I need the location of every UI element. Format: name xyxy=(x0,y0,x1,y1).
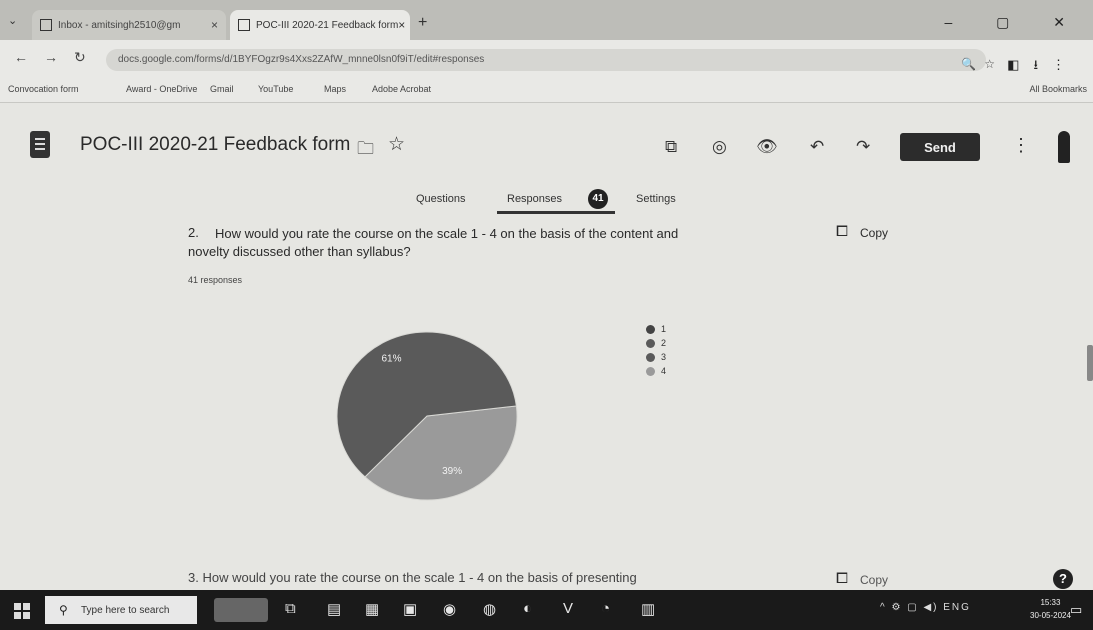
browser-tab-feedback-form[interactable]: POC-III 2020-21 Feedback form × xyxy=(230,10,410,40)
forward-icon[interactable]: → xyxy=(44,49,58,65)
send-button[interactable]: Send xyxy=(900,133,980,161)
copy-chart-icon[interactable]: ⧠ xyxy=(836,570,848,587)
help-icon[interactable]: ? xyxy=(1053,569,1073,589)
question-number: 2. xyxy=(188,225,199,240)
legend-swatch xyxy=(646,325,655,334)
store-icon[interactable]: ▣ xyxy=(403,600,417,618)
weather-widget-icon[interactable] xyxy=(214,598,268,622)
legend-label: 1 xyxy=(661,324,667,334)
search-icon: ⚲ xyxy=(59,603,68,617)
addon-icon[interactable]: ⧉ xyxy=(665,137,677,157)
app-icon[interactable]: ◐ xyxy=(523,600,532,617)
extensions-and-menu-icon[interactable]: ◧⭳⋮ xyxy=(1007,56,1079,78)
legend-swatch xyxy=(646,339,655,348)
copy-chart-icon[interactable]: ⧠ xyxy=(836,223,848,240)
clock-time: 15:33 xyxy=(1040,598,1061,607)
browser-tab-inbox[interactable]: Inbox - amitsingh2510@gm × xyxy=(32,10,226,40)
question-text-line2: novelty discussed other than syllabus? xyxy=(188,244,411,259)
star-icon[interactable]: ☆ xyxy=(388,133,405,156)
tab-questions[interactable]: Questions xyxy=(416,193,466,205)
zoom-and-bookmark-star-icon[interactable]: 🔍☆ xyxy=(961,57,1003,71)
all-bookmarks-button[interactable]: All Bookmarks xyxy=(1029,84,1087,94)
forms-favicon-icon xyxy=(238,19,250,31)
bookmark-item[interactable]: Award - OneDrive xyxy=(126,84,197,94)
window-controls[interactable]: – ▢ ✕ xyxy=(944,14,1085,31)
address-bar[interactable]: docs.google.com/forms/d/1BYFOgzr9s4Xxs2Z… xyxy=(106,49,986,71)
chrome-icon[interactable]: ◉ xyxy=(443,600,456,618)
new-tab-button[interactable]: + xyxy=(418,14,427,32)
tab-settings[interactable]: Settings xyxy=(636,193,676,205)
responses-pie-chart: 39% 61% xyxy=(336,331,518,501)
vlc-icon[interactable]: V xyxy=(563,600,573,617)
bookmark-item[interactable]: YouTube xyxy=(258,84,293,94)
copy-chart-button[interactable]: Copy xyxy=(860,226,888,240)
system-tray[interactable]: ^ ⚙ ▢ ◀) ENG xyxy=(880,602,971,613)
scrollbar-thumb[interactable] xyxy=(1087,345,1093,381)
preview-eye-icon[interactable]: 👁 xyxy=(756,137,778,157)
redo-icon[interactable]: ↷ xyxy=(856,137,870,157)
google-forms-logo-icon[interactable] xyxy=(30,131,50,158)
app-icon[interactable]: ◔ xyxy=(601,600,610,617)
reload-icon[interactable]: ↻ xyxy=(74,49,86,66)
browser-tab-strip: ⌄ Inbox - amitsingh2510@gm × POC-III 202… xyxy=(0,0,1093,40)
responses-count-badge: 41 xyxy=(588,189,608,209)
bookmark-item[interactable]: Maps xyxy=(324,84,346,94)
pie-slice-label: 61% xyxy=(381,353,401,364)
undo-icon[interactable]: ↶ xyxy=(810,137,824,157)
clock-date: 30-05-2024 xyxy=(1030,611,1071,620)
file-explorer-icon[interactable]: ▤ xyxy=(327,600,341,618)
responses-count-label: 41 responses xyxy=(188,275,243,285)
windows-start-icon[interactable] xyxy=(14,603,30,619)
taskbar-search-input[interactable]: ⚲ Type here to search xyxy=(45,596,197,624)
browser-tab-title: POC-III 2020-21 Feedback form xyxy=(256,19,399,31)
app-icon[interactable]: ▥ xyxy=(641,600,655,618)
notifications-icon[interactable]: ▭ xyxy=(1070,602,1082,618)
more-options-icon[interactable]: ⋮ xyxy=(1012,135,1030,156)
taskbar-clock[interactable]: 15:33 30-05-2024 xyxy=(1030,596,1071,622)
legend-swatch xyxy=(646,353,655,362)
next-question-text: 3. How would you rate the course on the … xyxy=(188,570,637,585)
close-tab-icon[interactable]: × xyxy=(398,18,405,32)
calculator-icon[interactable]: ▦ xyxy=(365,600,379,618)
tab-search-chevron-icon[interactable]: ⌄ xyxy=(8,14,17,27)
address-text[interactable]: docs.google.com/forms/d/1BYFOgzr9s4Xxs2Z… xyxy=(118,54,484,65)
back-icon[interactable]: ← xyxy=(14,49,28,65)
copy-chart-button[interactable]: Copy xyxy=(860,573,888,587)
mail-favicon-icon xyxy=(40,19,52,31)
form-title[interactable]: POC-III 2020-21 Feedback form xyxy=(80,134,350,156)
bookmark-item[interactable]: Adobe Acrobat xyxy=(372,84,431,94)
folder-icon[interactable]: 🗀 xyxy=(357,136,374,165)
close-tab-icon[interactable]: × xyxy=(211,18,218,32)
tab-responses[interactable]: Responses xyxy=(507,193,562,205)
active-tab-indicator xyxy=(497,211,615,214)
browser-toolbar: ← → ↻ docs.google.com/forms/d/1BYFOgzr9s… xyxy=(0,40,1093,76)
avatar[interactable] xyxy=(1058,131,1070,163)
windows-taskbar: ⚲ Type here to search ⧉ ▤ ▦ ▣ ◉ ◍ ◐ V ◔ … xyxy=(0,590,1093,630)
search-placeholder: Type here to search xyxy=(81,605,170,616)
legend-swatch xyxy=(646,367,655,376)
legend-label: 4 xyxy=(661,366,667,376)
legend-label: 3 xyxy=(661,352,667,362)
app-icon[interactable]: ◍ xyxy=(483,600,496,618)
form-tabs: Questions Responses 41 Settings xyxy=(0,185,1093,214)
bookmark-item[interactable]: Gmail xyxy=(210,84,234,94)
task-view-icon[interactable]: ⧉ xyxy=(285,600,296,617)
palette-icon[interactable]: ◎ xyxy=(712,137,727,157)
question-text: How would you rate the course on the sca… xyxy=(188,225,815,261)
forms-header: POC-III 2020-21 Feedback form 🗀 ☆ ⧉ ◎ 👁 … xyxy=(0,103,1093,181)
pie-slice-label: 39% xyxy=(442,466,462,477)
bookmark-item[interactable]: Convocation form xyxy=(8,84,79,94)
browser-tab-title: Inbox - amitsingh2510@gm xyxy=(58,19,181,31)
bookmarks-bar: Convocation form Award - OneDrive Gmail … xyxy=(0,76,1093,103)
question-text-line1: How would you rate the course on the sca… xyxy=(215,226,679,241)
legend-label: 2 xyxy=(661,338,667,348)
